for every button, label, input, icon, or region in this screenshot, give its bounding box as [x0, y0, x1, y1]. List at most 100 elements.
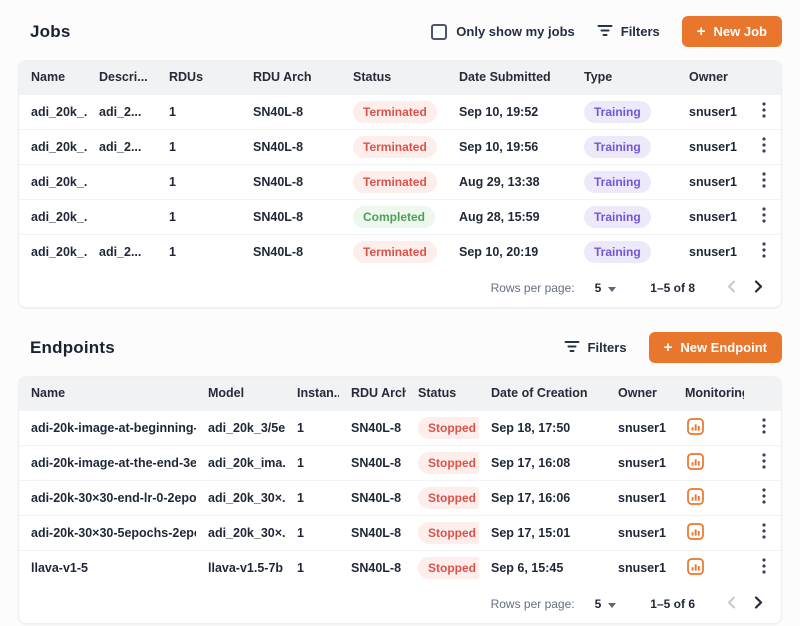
- job-description: [87, 199, 157, 234]
- endpoint-instances: 1: [285, 410, 339, 445]
- endpoints-pagination: Rows per page: 5 1–5 of 6: [19, 585, 781, 623]
- job-row[interactable]: adi_20k_... 1 SN40L-8 Terminated Aug 29,…: [19, 164, 782, 199]
- endpoint-row[interactable]: llava-v1-5 llava-v1.5-7b 1 SN40L-8 Stopp…: [19, 550, 782, 585]
- rows-per-page-select[interactable]: 5: [593, 595, 619, 613]
- new-job-label: New Job: [714, 24, 767, 39]
- new-endpoint-button[interactable]: + New Endpoint: [649, 332, 782, 363]
- row-menu-button[interactable]: [760, 170, 768, 193]
- status-badge: Completed: [353, 206, 435, 228]
- job-rdu-arch: SN40L-8: [241, 234, 341, 269]
- job-date-submitted: Sep 10, 19:52: [447, 94, 572, 129]
- rows-per-page-label: Rows per page:: [491, 281, 575, 295]
- endpoints-section: Endpoints Filters + New Endpoint: [18, 308, 782, 624]
- jobs-title: Jobs: [30, 22, 70, 42]
- row-menu-button[interactable]: [760, 486, 768, 509]
- jobs-filters-button[interactable]: Filters: [597, 24, 660, 40]
- monitoring-button[interactable]: [685, 451, 706, 475]
- only-show-my-jobs-checkbox[interactable]: Only show my jobs: [431, 24, 574, 40]
- endpoints-filters-label: Filters: [588, 340, 627, 355]
- new-job-button[interactable]: + New Job: [682, 16, 782, 47]
- kebab-vertical-dots-icon: [762, 207, 766, 226]
- jobs-col-date-submitted: Date Submitted: [447, 61, 572, 94]
- monitoring-button[interactable]: [685, 486, 706, 510]
- endpoint-row[interactable]: adi-20k-image-at-beginning-3e... adi_20k…: [19, 410, 782, 445]
- bar-chart-icon: [687, 418, 704, 438]
- endpoints-col-status: Status: [406, 377, 479, 410]
- endpoint-instances: 1: [285, 480, 339, 515]
- job-rdu-arch: SN40L-8: [241, 164, 341, 199]
- kebab-vertical-dots-icon: [762, 172, 766, 191]
- row-menu-button[interactable]: [760, 416, 768, 439]
- monitoring-button[interactable]: [685, 556, 706, 580]
- jobs-col-type: Type: [572, 61, 677, 94]
- rows-per-page-select[interactable]: 5: [593, 279, 619, 297]
- jobs-col-owner: Owner: [677, 61, 744, 94]
- bar-chart-icon: [687, 453, 704, 473]
- next-page-button[interactable]: [752, 278, 765, 298]
- row-menu-button[interactable]: [760, 556, 768, 579]
- endpoint-row[interactable]: adi-20k-30×30-end-lr-0-2epoch... adi_20k…: [19, 480, 782, 515]
- type-badge: Training: [584, 241, 651, 263]
- rows-per-page-value: 5: [595, 281, 602, 295]
- job-row[interactable]: adi_20k_... adi_2... 1 SN40L-8 Terminate…: [19, 129, 782, 164]
- job-rdus: 1: [157, 94, 241, 129]
- endpoint-model: adi_20k_ima...: [196, 445, 285, 480]
- row-menu-button[interactable]: [760, 205, 768, 228]
- plus-icon: +: [697, 24, 706, 39]
- chevron-right-icon: [754, 280, 763, 296]
- next-page-button[interactable]: [752, 594, 765, 614]
- endpoint-name: adi-20k-30×30-5epochs-2epoc...: [19, 515, 196, 550]
- prev-page-button[interactable]: [725, 278, 738, 298]
- endpoint-row[interactable]: adi-20k-image-at-the-end-3epo... adi_20k…: [19, 445, 782, 480]
- chevron-right-icon: [754, 596, 763, 612]
- job-rdu-arch: SN40L-8: [241, 129, 341, 164]
- job-row[interactable]: adi_20k_... 1 SN40L-8 Completed Aug 28, …: [19, 199, 782, 234]
- job-row[interactable]: adi_20k_... adi_2... 1 SN40L-8 Terminate…: [19, 234, 782, 269]
- endpoint-model: llava-v1.5-7b: [196, 550, 285, 585]
- endpoints-filters-button[interactable]: Filters: [564, 340, 627, 356]
- jobs-section: Jobs Only show my jobs Filters + New Job: [18, 0, 782, 308]
- chevron-left-icon: [727, 596, 736, 612]
- endpoint-owner: snuser1: [606, 410, 673, 445]
- kebab-vertical-dots-icon: [762, 558, 766, 577]
- status-badge: Stopped: [418, 417, 479, 439]
- prev-page-button[interactable]: [725, 594, 738, 614]
- pagination-range: 1–5 of 6: [650, 597, 695, 611]
- job-date-submitted: Aug 29, 13:38: [447, 164, 572, 199]
- monitoring-button[interactable]: [685, 416, 706, 440]
- row-menu-button[interactable]: [760, 135, 768, 158]
- type-badge: Training: [584, 101, 651, 123]
- jobs-table: Name Descri... RDUs RDU Arch Status Date…: [19, 61, 782, 269]
- endpoint-instances: 1: [285, 550, 339, 585]
- type-badge: Training: [584, 136, 651, 158]
- page: Jobs Only show my jobs Filters + New Job: [0, 0, 800, 624]
- monitoring-button[interactable]: [685, 521, 706, 545]
- endpoint-row[interactable]: adi-20k-30×30-5epochs-2epoc... adi_20k_3…: [19, 515, 782, 550]
- endpoint-model: adi_20k_30×...: [196, 480, 285, 515]
- endpoint-name: adi-20k-30×30-end-lr-0-2epoch...: [19, 480, 196, 515]
- checkbox-unchecked-icon[interactable]: [431, 24, 447, 40]
- endpoint-date-of-creation: Sep 17, 15:01: [479, 515, 606, 550]
- chevron-down-icon: [608, 287, 616, 292]
- row-menu-button[interactable]: [760, 521, 768, 544]
- endpoints-col-monitoring: Monitoring: [673, 377, 744, 410]
- row-menu-button[interactable]: [760, 451, 768, 474]
- filter-icon: [597, 24, 613, 40]
- job-rdu-arch: SN40L-8: [241, 199, 341, 234]
- endpoint-date-of-creation: Sep 17, 16:08: [479, 445, 606, 480]
- chevron-down-icon: [608, 603, 616, 608]
- kebab-vertical-dots-icon: [762, 453, 766, 472]
- endpoint-owner: snuser1: [606, 515, 673, 550]
- status-badge: Stopped: [418, 557, 479, 579]
- endpoint-name: adi-20k-image-at-beginning-3e...: [19, 410, 196, 445]
- endpoints-col-rdu-arch: RDU Arch: [339, 377, 406, 410]
- row-menu-button[interactable]: [760, 100, 768, 123]
- endpoints-table-card: Name Model Instan... RDU Arch Status Dat…: [18, 376, 782, 624]
- endpoints-header-row: Name Model Instan... RDU Arch Status Dat…: [19, 377, 782, 410]
- status-badge: Stopped: [418, 522, 479, 544]
- new-endpoint-label: New Endpoint: [680, 340, 767, 355]
- kebab-vertical-dots-icon: [762, 242, 766, 261]
- job-name: adi_20k_...: [19, 94, 87, 129]
- job-row[interactable]: adi_20k_... adi_2... 1 SN40L-8 Terminate…: [19, 94, 782, 129]
- row-menu-button[interactable]: [760, 240, 768, 263]
